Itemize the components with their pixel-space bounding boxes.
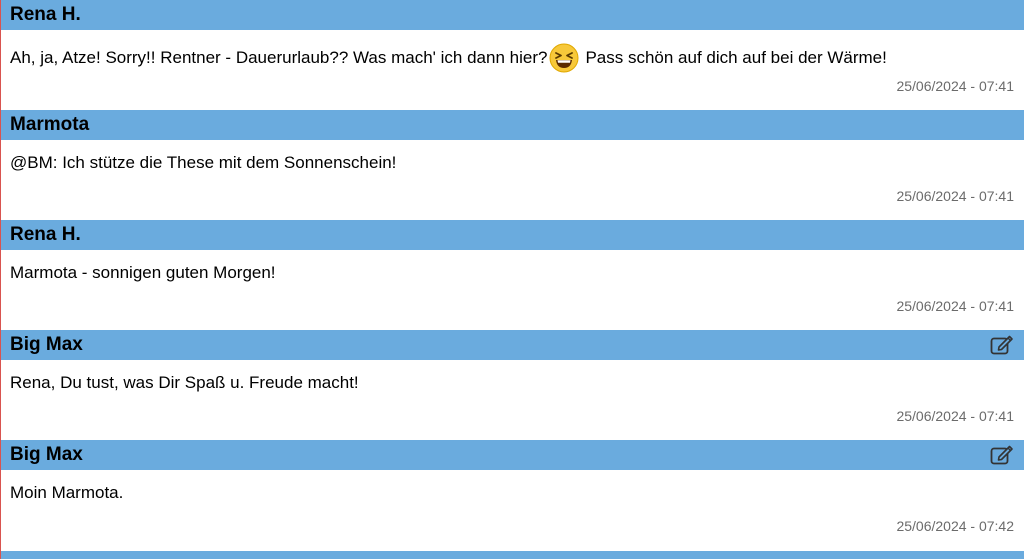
comment-author[interactable]: Big Max [10, 444, 83, 466]
comment-timestamp: 25/06/2024 - 07:42 [896, 518, 1014, 534]
edit-icon[interactable] [990, 444, 1014, 466]
comment-body: Rena, Du tust, was Dir Spaß u. Freude ma… [1, 360, 1024, 440]
grinning-squinting-face-icon [549, 43, 579, 73]
comment-header: Big Max [1, 440, 1024, 470]
comment-message: Marmota - sonnigen guten Morgen! [10, 263, 276, 283]
comment-timestamp: 25/06/2024 - 07:41 [896, 188, 1014, 204]
comment-text: Marmota - sonnigen guten Morgen! [10, 263, 276, 282]
comment-text: Moin Marmota. [10, 483, 124, 502]
comment-message: Ah, ja, Atze! Sorry!! Rentner - Dauerurl… [10, 43, 887, 73]
comment-message: Moin Marmota. [10, 483, 123, 503]
comment-message: @BM: Ich stütze die These mit dem Sonnen… [10, 153, 396, 173]
comment-author[interactable]: Marmota [10, 114, 89, 136]
edit-icon[interactable] [990, 334, 1014, 356]
comment-header: Big Max [1, 330, 1024, 360]
comment-post: Big Max Rena, Du tust, was Dir Spaß u. F… [1, 330, 1024, 440]
comment-author[interactable]: Rena H. [10, 224, 81, 246]
comment-timestamp: 25/06/2024 - 07:41 [896, 298, 1014, 314]
comment-header: Rena H. [1, 220, 1024, 250]
comment-author[interactable]: Big Max [10, 334, 83, 356]
comment-author[interactable]: Rena H. [10, 4, 81, 26]
comment-post: Big Max Moin Marmota. 25/06/2024 - 07:42 [1, 440, 1024, 550]
comment-text: Rena, Du tust, was Dir Spaß u. Freude ma… [10, 373, 359, 392]
comment-text-continued: Pass schön auf dich auf bei der Wärme! [585, 48, 887, 67]
comment-body: @BM: Ich stütze die These mit dem Sonnen… [1, 140, 1024, 220]
comment-text: @BM: Ich stütze die These mit dem Sonnen… [10, 153, 397, 172]
comment-body: Moin Marmota. 25/06/2024 - 07:42 [1, 470, 1024, 550]
comment-feed: Rena H. Ah, ja, Atze! Sorry!! Rentner - … [0, 0, 1024, 559]
comment-header: Marmota [1, 110, 1024, 140]
comment-timestamp: 25/06/2024 - 07:41 [896, 78, 1014, 94]
next-comment-header-partial [1, 551, 1024, 559]
comment-body: Marmota - sonnigen guten Morgen! 25/06/2… [1, 250, 1024, 330]
comment-text: Ah, ja, Atze! Sorry!! Rentner - Dauerurl… [10, 48, 548, 67]
comment-post: Marmota @BM: Ich stütze die These mit de… [1, 110, 1024, 220]
comment-message: Rena, Du tust, was Dir Spaß u. Freude ma… [10, 373, 359, 393]
comment-body: Ah, ja, Atze! Sorry!! Rentner - Dauerurl… [1, 30, 1024, 110]
comment-header: Rena H. [1, 0, 1024, 30]
comment-post: Rena H. Ah, ja, Atze! Sorry!! Rentner - … [1, 0, 1024, 110]
comment-timestamp: 25/06/2024 - 07:41 [896, 408, 1014, 424]
comment-post: Rena H. Marmota - sonnigen guten Morgen!… [1, 220, 1024, 330]
